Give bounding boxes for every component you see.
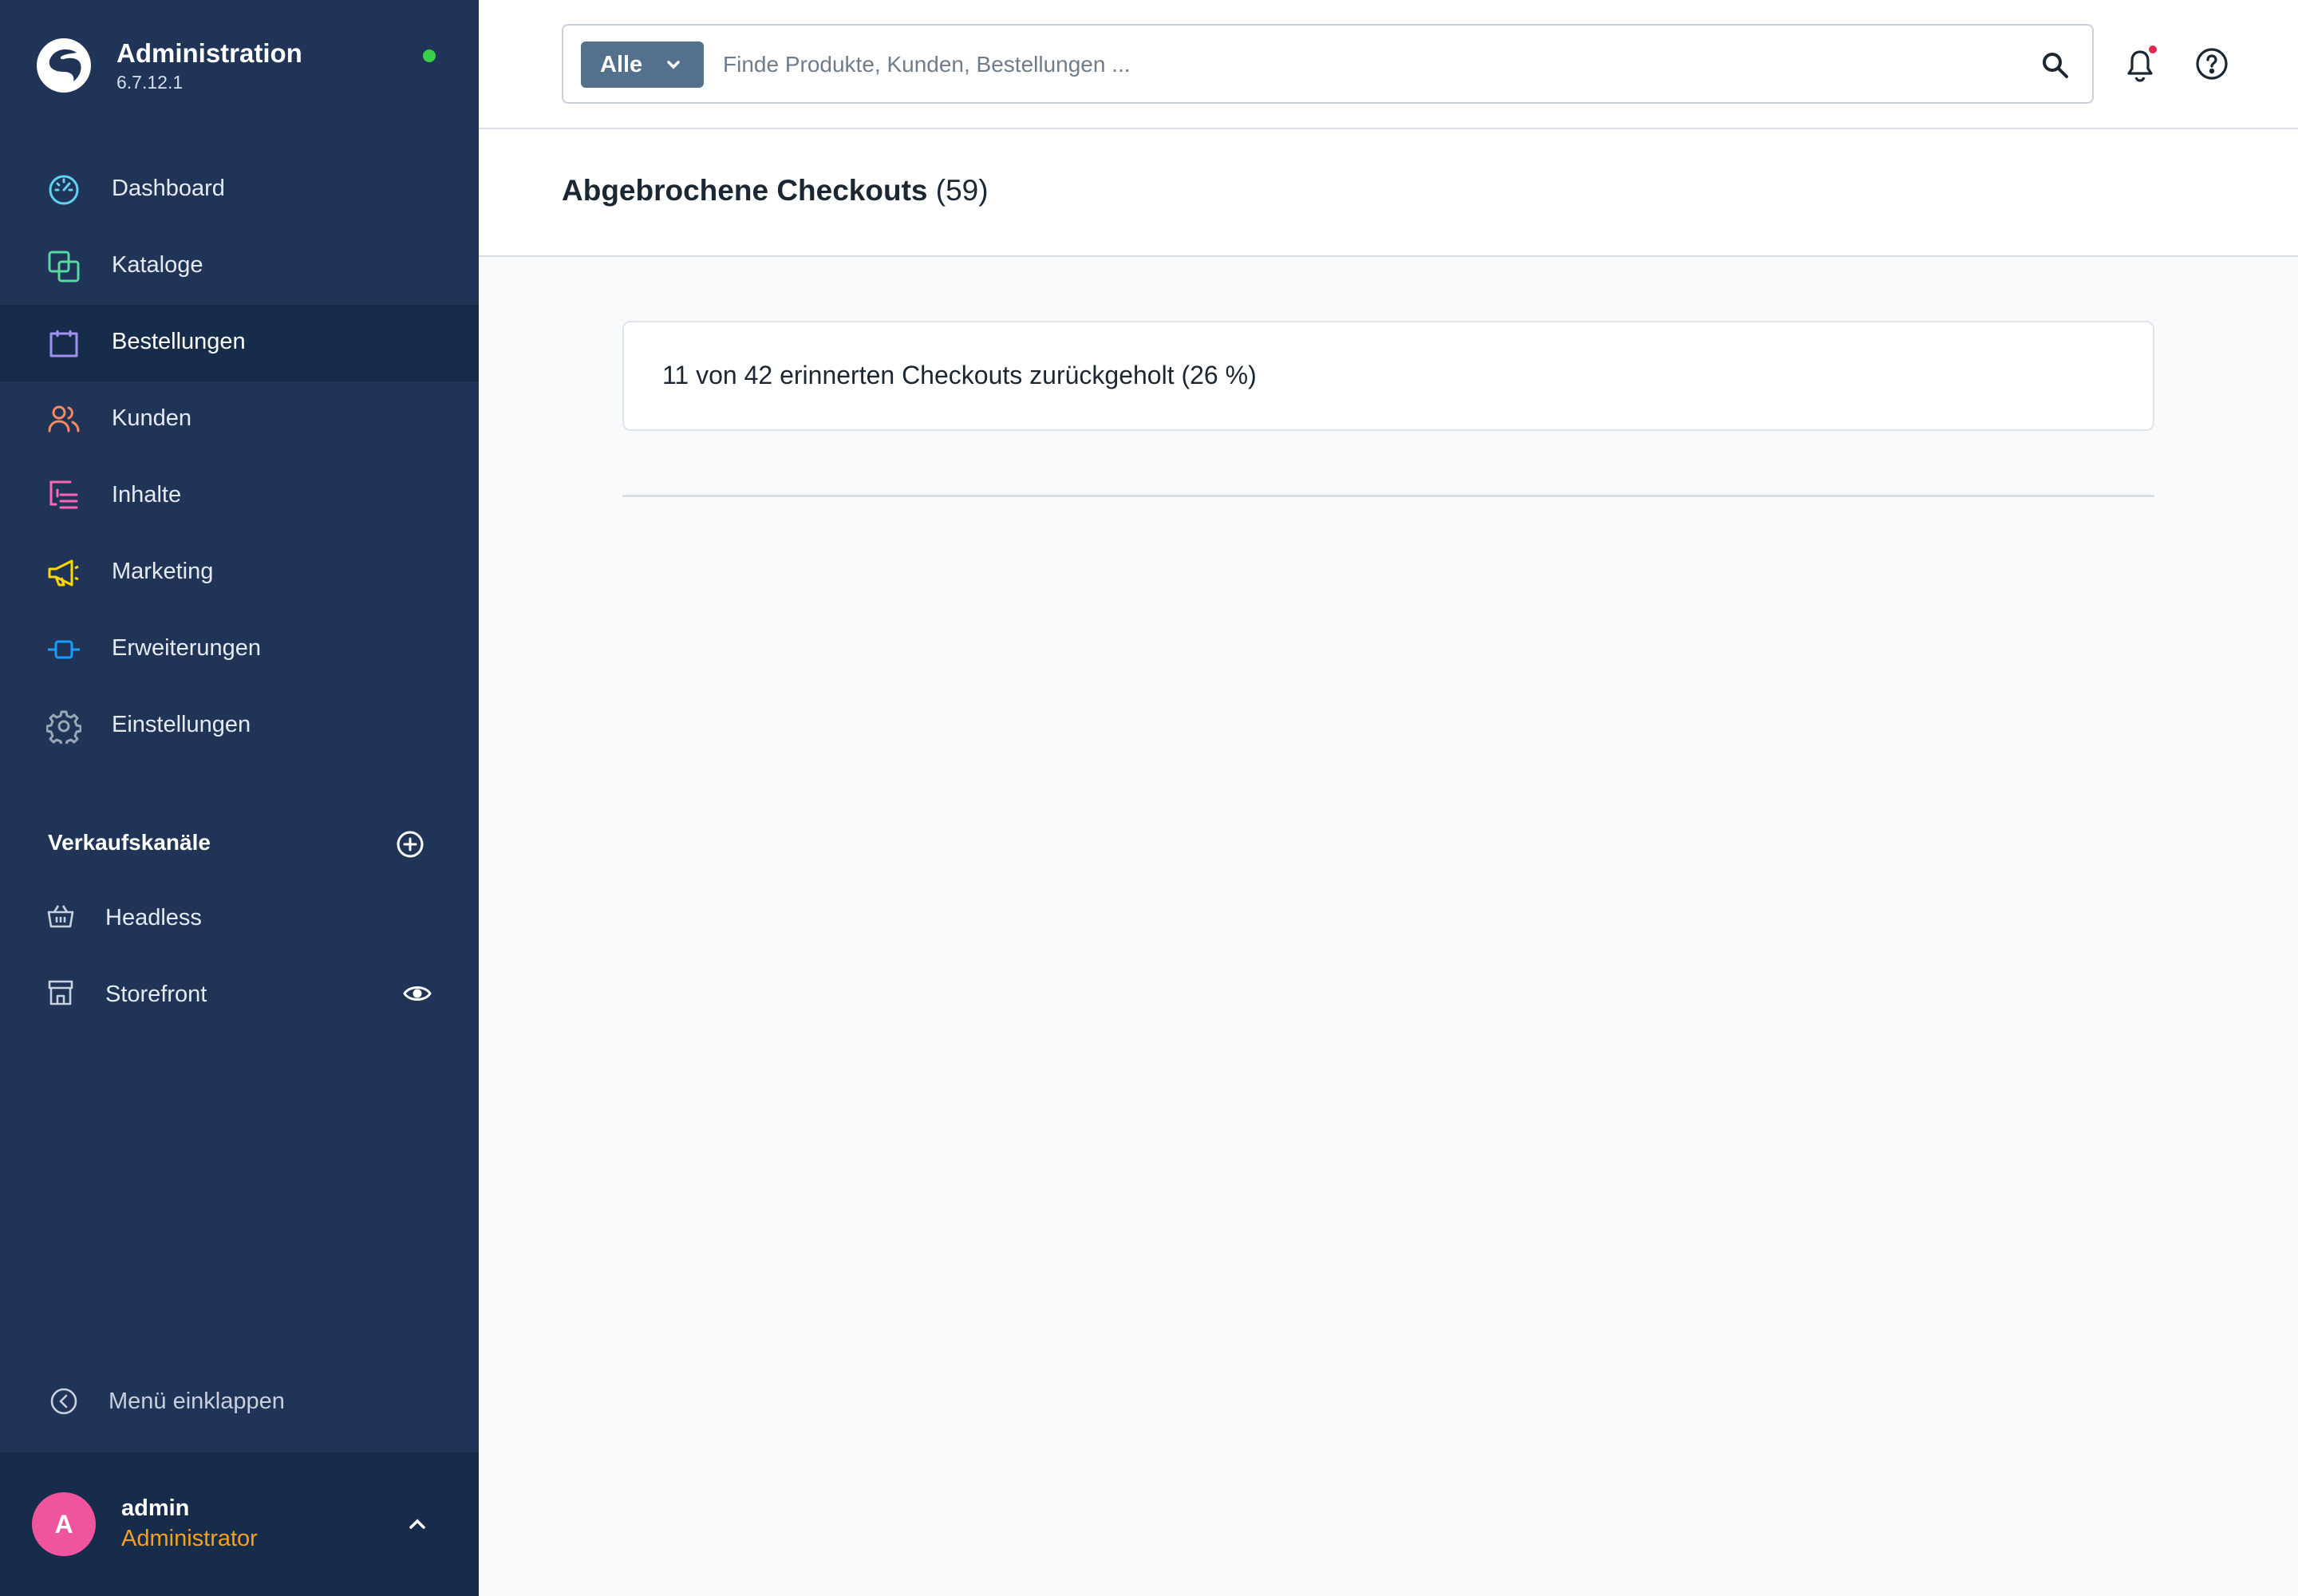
shopping-bag-icon [49, 330, 78, 358]
search-icon[interactable] [2039, 49, 2071, 81]
brand-title: Administration [116, 38, 302, 68]
page-title: Abgebrochene Checkouts (59) [562, 174, 989, 207]
nav-item-bestellungen[interactable]: Bestellungen [0, 305, 479, 381]
user-name: admin [121, 1495, 190, 1521]
storefront-icon [48, 980, 73, 1005]
sales-channels-header: Verkaufskanäle [48, 830, 431, 862]
nav-item-erweiterungen[interactable]: Erweiterungen [0, 611, 479, 688]
nav-label: Kunden [112, 405, 192, 431]
page-header: Abgebrochene Checkouts (59) [479, 129, 2298, 257]
help-icon[interactable] [2194, 46, 2229, 81]
chevron-left-circle-icon [50, 1388, 77, 1415]
page-title-text: Abgebrochene Checkouts [562, 174, 928, 207]
brand-version: 6.7.12.1 [116, 72, 184, 93]
nav-label: Inhalte [112, 482, 182, 508]
users-icon [48, 405, 80, 433]
catalog-squares-icon [48, 251, 80, 282]
online-status-dot [423, 49, 436, 62]
nav-label: Kataloge [112, 252, 203, 278]
chevron-up-icon[interactable] [404, 1513, 431, 1535]
plug-icon [48, 640, 80, 659]
brand: Administration 6.7.12.1 [35, 35, 450, 99]
user-role: Administrator [121, 1526, 258, 1551]
megaphone-icon [48, 559, 79, 587]
basket-icon [47, 905, 74, 928]
search-input[interactable] [723, 43, 1968, 86]
avatar[interactable]: A [32, 1492, 96, 1556]
nav-item-dashboard[interactable]: Dashboard [0, 152, 479, 228]
sidebar: Administration 6.7.12.1 Dashboard Katalo… [0, 0, 479, 1596]
dashboard-gauge-icon [49, 175, 79, 205]
nav-label: Einstellungen [112, 712, 251, 737]
search-type-dropdown[interactable]: Alle [581, 41, 704, 88]
nav-item-einstellungen[interactable]: Einstellungen [0, 688, 479, 764]
main-navigation: Dashboard Kataloge Bestellungen Kunden I… [0, 152, 479, 764]
nav-item-kataloge[interactable]: Kataloge [0, 228, 479, 305]
recovery-stats-text: 11 von 42 erinnerten Checkouts zurückgeh… [662, 361, 1257, 389]
shopware-logo-icon[interactable] [35, 37, 93, 94]
chevron-down-icon [667, 61, 680, 69]
page-title-count: (59) [935, 174, 989, 207]
sales-channel-label: Headless [105, 905, 202, 930]
user-menu[interactable]: A admin Administrator [0, 1452, 479, 1596]
sales-channel-storefront[interactable]: Storefront [0, 962, 479, 1026]
sales-channel-headless[interactable]: Headless [0, 886, 479, 950]
eye-icon[interactable] [402, 982, 432, 1005]
nav-label: Marketing [112, 559, 214, 584]
nav-item-marketing[interactable]: Marketing [0, 535, 479, 611]
gear-icon [46, 710, 81, 744]
content-divider [622, 495, 2154, 497]
nav-item-inhalte[interactable]: Inhalte [0, 458, 479, 535]
nav-item-kunden[interactable]: Kunden [0, 381, 479, 458]
nav-label: Dashboard [112, 176, 225, 201]
search-type-label: Alle [600, 52, 643, 77]
nav-label: Bestellungen [112, 329, 246, 354]
collapse-menu-button[interactable]: Menü einklappen [0, 1369, 479, 1433]
collapse-menu-label: Menü einklappen [109, 1389, 285, 1414]
recovery-stats-card: 11 von 42 erinnerten Checkouts zurückgeh… [622, 321, 2154, 431]
top-bar: Alle [479, 0, 2298, 129]
add-sales-channel-icon[interactable] [396, 830, 424, 859]
sales-channel-label: Storefront [105, 982, 207, 1007]
notifications-bell-icon[interactable] [2122, 45, 2161, 85]
content-list-icon [49, 480, 78, 509]
sales-channels-title: Verkaufskanäle [48, 830, 211, 855]
nav-label: Erweiterungen [112, 635, 261, 661]
global-search[interactable]: Alle [562, 24, 2094, 104]
